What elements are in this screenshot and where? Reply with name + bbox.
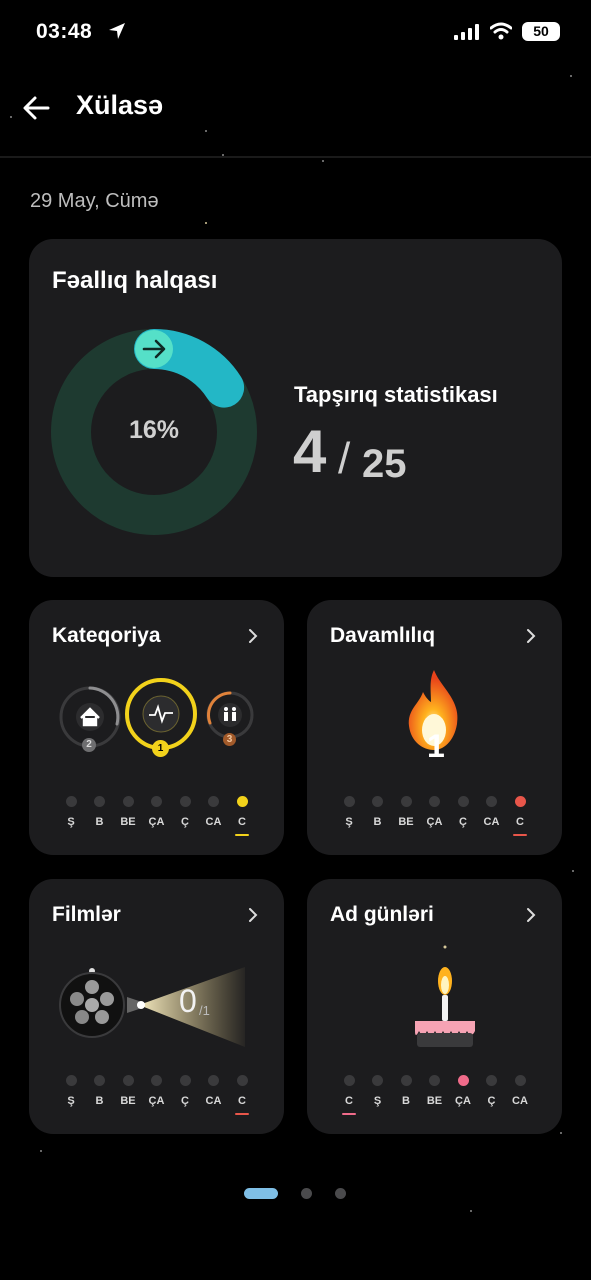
rank-badge: 1 [152, 740, 169, 757]
tasks-done: 4 [293, 418, 327, 485]
cellular-signal-icon [454, 24, 479, 40]
page-dot[interactable] [335, 1188, 346, 1199]
day-label: CA [512, 1095, 528, 1107]
movies-total: /1 [199, 1003, 210, 1018]
today-underline [342, 1113, 356, 1115]
activity-ring-card[interactable]: Fəallıq halqası 16% Tapşırıq statistikas… [29, 239, 562, 577]
day-dot [486, 1075, 497, 1086]
chevron-right-icon[interactable] [247, 907, 259, 923]
card-title: Filmlər [52, 903, 121, 926]
rank-badge: 2 [82, 738, 96, 752]
day-dot [94, 796, 105, 807]
day-dot [514, 1075, 526, 1086]
week-days: Ş B BE ÇA Ç CA C [331, 796, 555, 856]
birthday-cake-icon [415, 945, 475, 1047]
today-underline [513, 834, 527, 836]
page-dot-active[interactable] [244, 1188, 278, 1199]
status-time: 03:48 [36, 20, 93, 43]
day-dot [514, 796, 526, 807]
day-dot [457, 1075, 469, 1086]
streak-card[interactable]: Davamlılıq 1 Ş B BE ÇA Ç CA C [307, 600, 562, 855]
day-dot [236, 1075, 248, 1086]
birthdays-card[interactable]: Ad günləri C Ş B BE ÇA Ç CA [307, 879, 562, 1134]
today-underline [235, 834, 249, 836]
day-dot [94, 1075, 105, 1086]
day-dot [179, 1075, 191, 1086]
wifi-icon [490, 22, 512, 40]
rank-badge: 3 [223, 733, 236, 746]
day-dot [343, 1075, 355, 1086]
day-dot [343, 796, 355, 807]
task-stats-label: Tapşırıq statistikası [294, 382, 498, 407]
page-dot[interactable] [301, 1188, 312, 1199]
day-dot [208, 1075, 219, 1086]
tasks-separator: / [338, 434, 351, 483]
day-dot [372, 1075, 383, 1086]
day-dot [372, 796, 383, 807]
day-dot [122, 796, 134, 807]
top-app-bar: Xülasə [0, 70, 591, 158]
ring-percent: 16% [128, 416, 180, 444]
chevron-right-icon[interactable] [247, 628, 259, 644]
day-dot [65, 796, 77, 807]
category-card[interactable]: Kateqoriya 2 1 3 Ş B BE ÇA Ç CA C [29, 600, 284, 855]
card-title: Ad günləri [330, 903, 434, 926]
day-dot [151, 1075, 162, 1086]
tasks-total: 25 [362, 442, 407, 486]
day-label: C [516, 816, 524, 828]
week-days: Ş B BE ÇA Ç CA C [53, 796, 277, 856]
location-arrow-icon [109, 23, 125, 39]
week-days: C Ş B BE ÇA Ç CA [331, 1075, 555, 1135]
card-title: Kateqoriya [52, 624, 161, 647]
day-label: C [238, 816, 246, 828]
day-dot [429, 1075, 440, 1086]
week-days: Ş B BE ÇA Ç CA C [53, 1075, 277, 1135]
day-dot [179, 796, 191, 807]
day-dot [429, 796, 440, 807]
card-title: Fəallıq halqası [52, 267, 218, 294]
back-arrow-icon[interactable] [20, 92, 52, 124]
card-title: Davamlılıq [330, 624, 436, 647]
projector-icon [59, 967, 245, 1047]
status-bar: 03:48 50 [0, 0, 591, 64]
day-dot [151, 796, 162, 807]
date-label: 29 May, Cümə [30, 190, 159, 212]
day-dot [65, 1075, 77, 1086]
day-dot [236, 796, 248, 807]
battery-indicator: 50 [522, 22, 560, 41]
day-label: C [238, 1095, 246, 1107]
page-title: Xülasə [76, 90, 164, 120]
chevron-right-icon[interactable] [525, 907, 537, 923]
day-dot [400, 1075, 412, 1086]
day-dot [122, 1075, 134, 1086]
movies-card[interactable]: Filmlər 0 /1 Ş B BE ÇA Ç CA C [29, 879, 284, 1134]
chevron-right-icon[interactable] [525, 628, 537, 644]
day-dot [400, 796, 412, 807]
day-dot [457, 796, 469, 807]
today-underline [235, 1113, 249, 1115]
day-dot [208, 796, 219, 807]
streak-count: 1 [427, 728, 445, 764]
day-dot [486, 796, 497, 807]
movies-watched: 0 [179, 983, 197, 1019]
